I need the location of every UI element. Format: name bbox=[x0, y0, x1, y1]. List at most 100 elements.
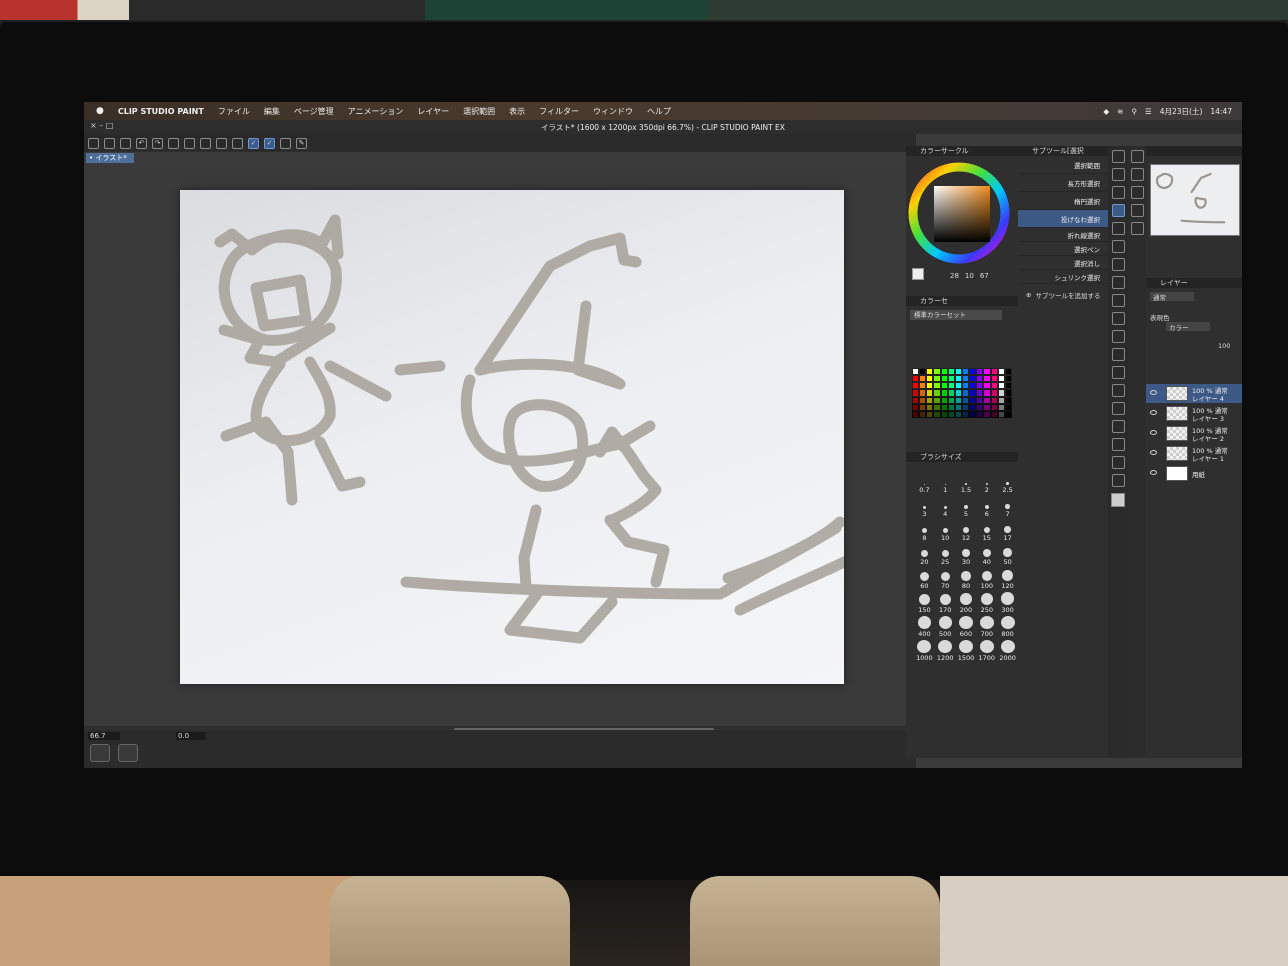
color-swatch[interactable] bbox=[961, 382, 970, 390]
color-swatch[interactable] bbox=[954, 368, 962, 376]
menubar-time[interactable]: 14:47 bbox=[1210, 107, 1232, 116]
color-swatch[interactable] bbox=[926, 410, 934, 418]
brush-size-option[interactable]: 2 bbox=[976, 472, 997, 494]
color-swatch[interactable] bbox=[976, 368, 984, 376]
rotation-field[interactable]: 0.0 bbox=[176, 732, 206, 740]
color-swatch[interactable] bbox=[947, 410, 955, 418]
eye-icon[interactable] bbox=[1150, 450, 1157, 455]
color-swatch[interactable] bbox=[990, 368, 998, 376]
color-swatch[interactable] bbox=[912, 403, 920, 411]
brush-size-option[interactable]: 2.5 bbox=[997, 472, 1018, 494]
expression-color-dropdown[interactable]: カラー bbox=[1166, 322, 1210, 332]
brush-size-option[interactable]: 300 bbox=[997, 592, 1018, 614]
color-swatch[interactable] bbox=[940, 403, 948, 411]
navigator-preview[interactable] bbox=[1150, 164, 1240, 236]
add-subtool-button[interactable]: ⊕ サブツールを追加する bbox=[1018, 284, 1108, 300]
menu-filter[interactable]: フィルター bbox=[539, 106, 579, 117]
brush-size-option[interactable]: 10 bbox=[935, 520, 956, 542]
brush-size-option[interactable]: 700 bbox=[976, 616, 997, 638]
color-swatch[interactable] bbox=[919, 396, 927, 404]
menu-view[interactable]: 表示 bbox=[509, 106, 525, 117]
eyedropper-tool-icon[interactable] bbox=[1111, 222, 1125, 235]
layer-row[interactable]: 用紙 bbox=[1146, 464, 1242, 483]
gradient-tool-icon[interactable] bbox=[1111, 366, 1125, 379]
color-swatch[interactable] bbox=[961, 389, 970, 397]
search-icon[interactable]: ⚲ bbox=[1131, 107, 1137, 116]
opacity-field[interactable]: 100 bbox=[1218, 342, 1230, 350]
property-icon[interactable] bbox=[1130, 186, 1144, 199]
eye-icon[interactable] bbox=[1150, 430, 1157, 435]
subtool-item[interactable]: 楕円選択 bbox=[1018, 192, 1108, 210]
color-swatch[interactable] bbox=[983, 382, 991, 390]
color-swatch[interactable] bbox=[1004, 396, 1012, 404]
subtool-item[interactable]: 折れ線選択 bbox=[1018, 228, 1108, 242]
lasso-tool-icon[interactable] bbox=[1111, 204, 1125, 217]
color-swatch[interactable] bbox=[969, 410, 977, 418]
color-swatch[interactable] bbox=[926, 368, 934, 376]
sub-view-icon[interactable] bbox=[1130, 168, 1144, 181]
brush-size-option[interactable]: 100 bbox=[976, 568, 997, 590]
color-swatch[interactable] bbox=[926, 396, 934, 404]
color-swatch[interactable] bbox=[983, 368, 991, 376]
color-swatch[interactable] bbox=[940, 368, 948, 376]
brush-size-option[interactable]: 12 bbox=[956, 520, 977, 542]
zoom-field[interactable]: 66.7 bbox=[88, 732, 120, 740]
brush-size-option[interactable]: 2000 bbox=[997, 640, 1018, 662]
menu-app-name[interactable]: CLIP STUDIO PAINT bbox=[118, 107, 204, 116]
color-swatch[interactable] bbox=[919, 410, 927, 418]
brush-size-option[interactable]: 0.7 bbox=[914, 472, 935, 494]
color-swatch[interactable] bbox=[947, 396, 955, 404]
color-swatch[interactable] bbox=[983, 403, 991, 411]
color-swatch[interactable] bbox=[919, 375, 927, 383]
brush-tool-icon[interactable] bbox=[1111, 276, 1125, 289]
color-swatch[interactable] bbox=[969, 375, 977, 383]
window-toggle-button[interactable] bbox=[118, 744, 138, 762]
color-swatch[interactable] bbox=[997, 410, 1005, 418]
color-swatch[interactable] bbox=[919, 389, 927, 397]
color-set-header[interactable]: カラーセ bbox=[906, 296, 1018, 306]
save-icon[interactable] bbox=[120, 137, 131, 149]
brush-size-option[interactable]: 15 bbox=[976, 520, 997, 542]
color-swatch[interactable] bbox=[983, 389, 991, 397]
color-swatch[interactable] bbox=[947, 375, 955, 383]
color-swatch[interactable] bbox=[976, 375, 984, 383]
color-swatch[interactable] bbox=[954, 375, 962, 383]
navigator-icon[interactable] bbox=[1130, 150, 1144, 163]
transform-icon[interactable] bbox=[200, 137, 211, 149]
color-swatch[interactable] bbox=[954, 410, 962, 418]
subtool-item[interactable]: 長方形選択 bbox=[1018, 174, 1108, 192]
brush-size-option[interactable]: 200 bbox=[956, 592, 977, 614]
saturation-value-square[interactable] bbox=[934, 186, 990, 242]
color-swatch[interactable] bbox=[983, 410, 991, 418]
open-icon[interactable] bbox=[104, 137, 115, 149]
color-swatch[interactable] bbox=[940, 375, 948, 383]
color-set-dropdown[interactable]: 標準カラーセット bbox=[910, 310, 1002, 320]
color-swatch[interactable] bbox=[1004, 382, 1012, 390]
zoom-tool-icon[interactable] bbox=[1111, 150, 1125, 163]
brush-size-option[interactable]: 170 bbox=[935, 592, 956, 614]
menu-window[interactable]: ウィンドウ bbox=[593, 106, 633, 117]
eraser-tool-icon[interactable] bbox=[1111, 312, 1125, 325]
color-swatch[interactable] bbox=[961, 403, 970, 411]
color-swatch[interactable] bbox=[1004, 389, 1012, 397]
color-swatch[interactable] bbox=[997, 382, 1005, 390]
brush-size-option[interactable]: 50 bbox=[997, 544, 1018, 566]
brush-size-option[interactable]: 60 bbox=[914, 568, 935, 590]
brush-size-option[interactable]: 120 bbox=[997, 568, 1018, 590]
layer-row[interactable]: 100 % 通常 レイヤー 1 bbox=[1146, 444, 1242, 463]
figure-tool-icon[interactable] bbox=[1111, 384, 1125, 397]
menubar-date[interactable]: 4月23日(土) bbox=[1160, 106, 1203, 117]
color-swatch[interactable] bbox=[969, 382, 977, 390]
color-swatch[interactable] bbox=[954, 396, 962, 404]
color-swatch[interactable] bbox=[940, 382, 948, 390]
control-center-icon[interactable]: ☰ bbox=[1145, 107, 1152, 116]
color-swatch[interactable] bbox=[969, 389, 977, 397]
color-swatch[interactable] bbox=[990, 375, 998, 383]
brush-size-option[interactable]: 5 bbox=[956, 496, 977, 518]
subtool-item[interactable]: 選択消し bbox=[1018, 256, 1108, 270]
canvas-area[interactable] bbox=[84, 164, 916, 736]
layout-toggle-button[interactable] bbox=[90, 744, 110, 762]
brush-size-option[interactable]: 6 bbox=[976, 496, 997, 518]
brush-size-option[interactable]: 3 bbox=[914, 496, 935, 518]
color-swatch[interactable] bbox=[976, 382, 984, 390]
